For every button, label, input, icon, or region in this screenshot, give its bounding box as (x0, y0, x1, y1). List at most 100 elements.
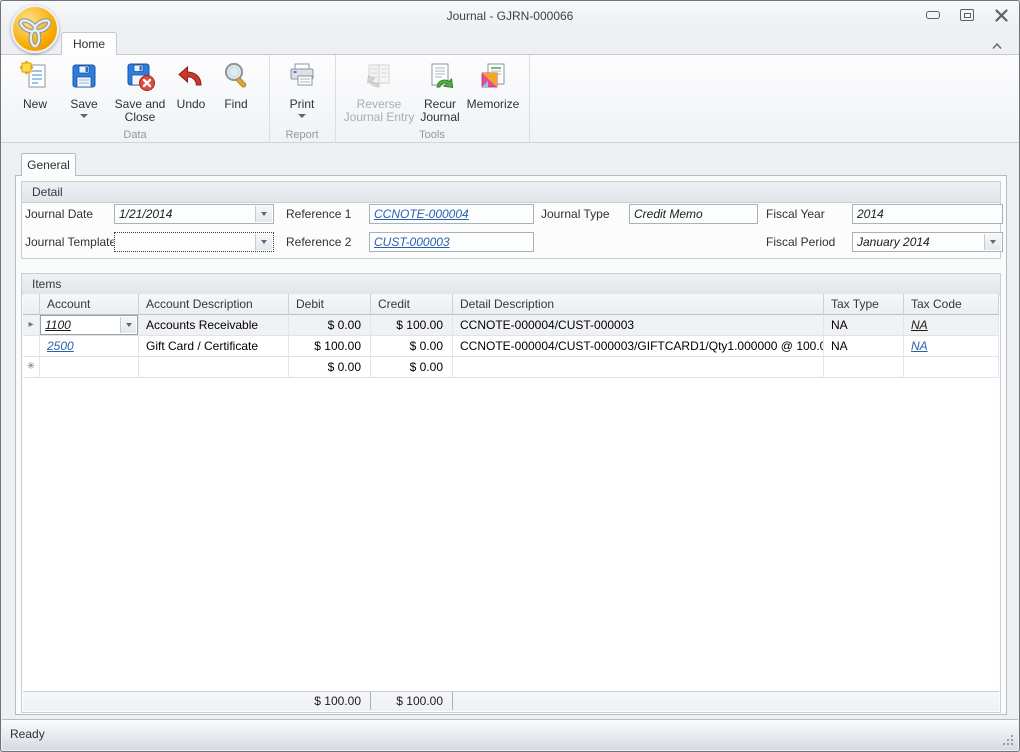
print-button[interactable]: Print (278, 58, 326, 136)
ribbon-collapse-button[interactable] (991, 37, 1003, 55)
grid-header-detail-description[interactable]: Detail Description (453, 294, 824, 315)
reference1-label: Reference 1 (286, 207, 352, 221)
account-link[interactable]: 1100 (45, 318, 71, 332)
fiscal-period-value: January 2014 (857, 235, 930, 249)
find-icon (224, 62, 247, 88)
undo-button[interactable]: Undo (171, 58, 211, 136)
chevron-up-icon (992, 42, 1002, 49)
journal-template-field[interactable] (114, 232, 274, 252)
account-link[interactable]: 2500 (47, 339, 74, 353)
row-current-indicator-icon[interactable]: ▸ (23, 315, 40, 336)
ribbon-tab-row (1, 31, 1019, 54)
app-window: Journal - GJRN-000066 Home Data Report T… (0, 0, 1020, 752)
fiscal-period-field[interactable]: January 2014 (852, 232, 1003, 252)
memorize-button[interactable]: Memorize (464, 58, 522, 136)
debit-cell[interactable]: $ 100.00 (289, 336, 371, 357)
credit-cell[interactable]: $ 100.00 (371, 315, 453, 336)
journal-date-label: Journal Date (25, 207, 94, 221)
items-group: Items Account Account Description Debit … (21, 273, 1001, 713)
account-description-cell[interactable] (139, 357, 289, 378)
grid-header-row: Account Account Description Debit Credit… (23, 294, 999, 315)
detail-description-cell[interactable]: CCNOTE-000004/CUST-000003 (453, 315, 824, 336)
tax-code-cell[interactable]: NA (904, 315, 999, 336)
undo-icon (178, 65, 202, 86)
grid-header-account[interactable]: Account (40, 294, 139, 315)
recur-journal-icon (431, 63, 454, 89)
grid-header-tax-type[interactable]: Tax Type (824, 294, 904, 315)
account-description-cell[interactable]: Gift Card / Certificate (139, 336, 289, 357)
recur-journal-button-label: Recur Journal (420, 97, 460, 124)
minimize-button[interactable] (925, 7, 941, 23)
reverse-journal-entry-button[interactable]: Reverse Journal Entry (339, 58, 419, 136)
new-row-indicator-icon[interactable]: ✳ (23, 357, 40, 378)
save-dropdown-arrow-icon[interactable] (80, 114, 88, 118)
reverse-journal-entry-icon (366, 64, 390, 88)
table-row: 2500 Gift Card / Certificate $ 100.00 $ … (23, 336, 999, 357)
account-combo-editor[interactable]: 1100 (40, 315, 138, 335)
find-button[interactable]: Find (213, 58, 259, 136)
resize-grip[interactable] (1001, 733, 1013, 745)
maximize-icon (960, 9, 974, 21)
detail-description-cell[interactable] (453, 357, 824, 378)
reference2-link[interactable]: CUST-000003 (374, 235, 450, 249)
tax-type-cell[interactable] (824, 357, 904, 378)
tax-type-cell[interactable]: NA (824, 336, 904, 357)
grid-header-debit[interactable]: Debit (289, 294, 371, 315)
close-icon (994, 8, 1008, 22)
grid-header-tax-code[interactable]: Tax Code (904, 294, 999, 315)
tax-code-cell[interactable]: NA (904, 336, 999, 357)
undo-button-label: Undo (176, 97, 206, 111)
print-dropdown-arrow-icon[interactable] (298, 114, 306, 118)
account-cell[interactable]: 1100 (40, 315, 139, 336)
debit-cell[interactable]: $ 0.00 (289, 315, 371, 336)
items-grid: Account Account Description Debit Credit… (23, 294, 999, 692)
credit-cell[interactable]: $ 0.00 (371, 336, 453, 357)
grid-header-credit[interactable]: Credit (371, 294, 453, 315)
save-button[interactable]: Save (61, 58, 107, 136)
debit-cell[interactable]: $ 0.00 (289, 357, 371, 378)
save-button-label: Save (70, 97, 98, 111)
tab-home[interactable]: Home (61, 32, 117, 55)
detail-description-cell[interactable]: CCNOTE-000004/CUST-000003/GIFTCARD1/Qty1… (453, 336, 824, 357)
close-button[interactable] (993, 7, 1009, 23)
journal-type-label: Journal Type (541, 207, 610, 221)
account-dropdown-icon[interactable] (120, 317, 136, 333)
fiscal-period-dropdown-icon[interactable] (984, 234, 1001, 250)
journal-type-value: Credit Memo (634, 207, 703, 221)
journal-type-field[interactable]: Credit Memo (629, 204, 758, 224)
fiscal-year-field[interactable]: 2014 (852, 204, 1003, 224)
tax-code-link[interactable]: NA (911, 339, 928, 353)
credit-cell[interactable]: $ 0.00 (371, 357, 453, 378)
account-description-cell[interactable]: Accounts Receivable (139, 315, 289, 336)
account-cell[interactable] (40, 357, 139, 378)
window-title: Journal - GJRN-000066 (446, 9, 574, 23)
new-document-icon (19, 60, 46, 88)
fiscal-period-label: Fiscal Period (766, 235, 836, 249)
account-cell[interactable]: 2500 (40, 336, 139, 357)
status-text: Ready (10, 727, 45, 741)
grid-header-account-description[interactable]: Account Description (139, 294, 289, 315)
print-button-label: Print (289, 97, 315, 111)
title-bar[interactable]: Journal - GJRN-000066 (1, 1, 1019, 31)
table-row: ▸ 1100 Accounts Receivable $ 0.00 $ 100.… (23, 315, 999, 336)
reference2-label: Reference 2 (286, 235, 352, 249)
app-logo-icon (18, 18, 52, 47)
credit-total: $ 100.00 (371, 692, 453, 710)
reference1-field: CCNOTE-000004 (369, 204, 534, 224)
reference1-link[interactable]: CCNOTE-000004 (374, 207, 469, 221)
maximize-button[interactable] (959, 7, 975, 23)
journal-template-dropdown-icon[interactable] (255, 234, 272, 250)
new-button[interactable]: New (11, 58, 59, 136)
tax-code-link[interactable]: NA (911, 318, 928, 332)
journal-date-field[interactable]: 1/21/2014 (114, 204, 274, 224)
debit-total: $ 100.00 (289, 692, 371, 710)
application-menu-button[interactable] (11, 5, 59, 53)
save-and-close-button-label: Save and Close (114, 97, 166, 124)
recur-journal-button[interactable]: Recur Journal (415, 58, 465, 136)
row-selector[interactable] (23, 336, 40, 357)
tab-general[interactable]: General (21, 153, 76, 176)
journal-date-dropdown-icon[interactable] (255, 206, 272, 222)
tax-code-cell[interactable] (904, 357, 999, 378)
tax-type-cell[interactable]: NA (824, 315, 904, 336)
save-and-close-button[interactable]: Save and Close (109, 58, 171, 136)
